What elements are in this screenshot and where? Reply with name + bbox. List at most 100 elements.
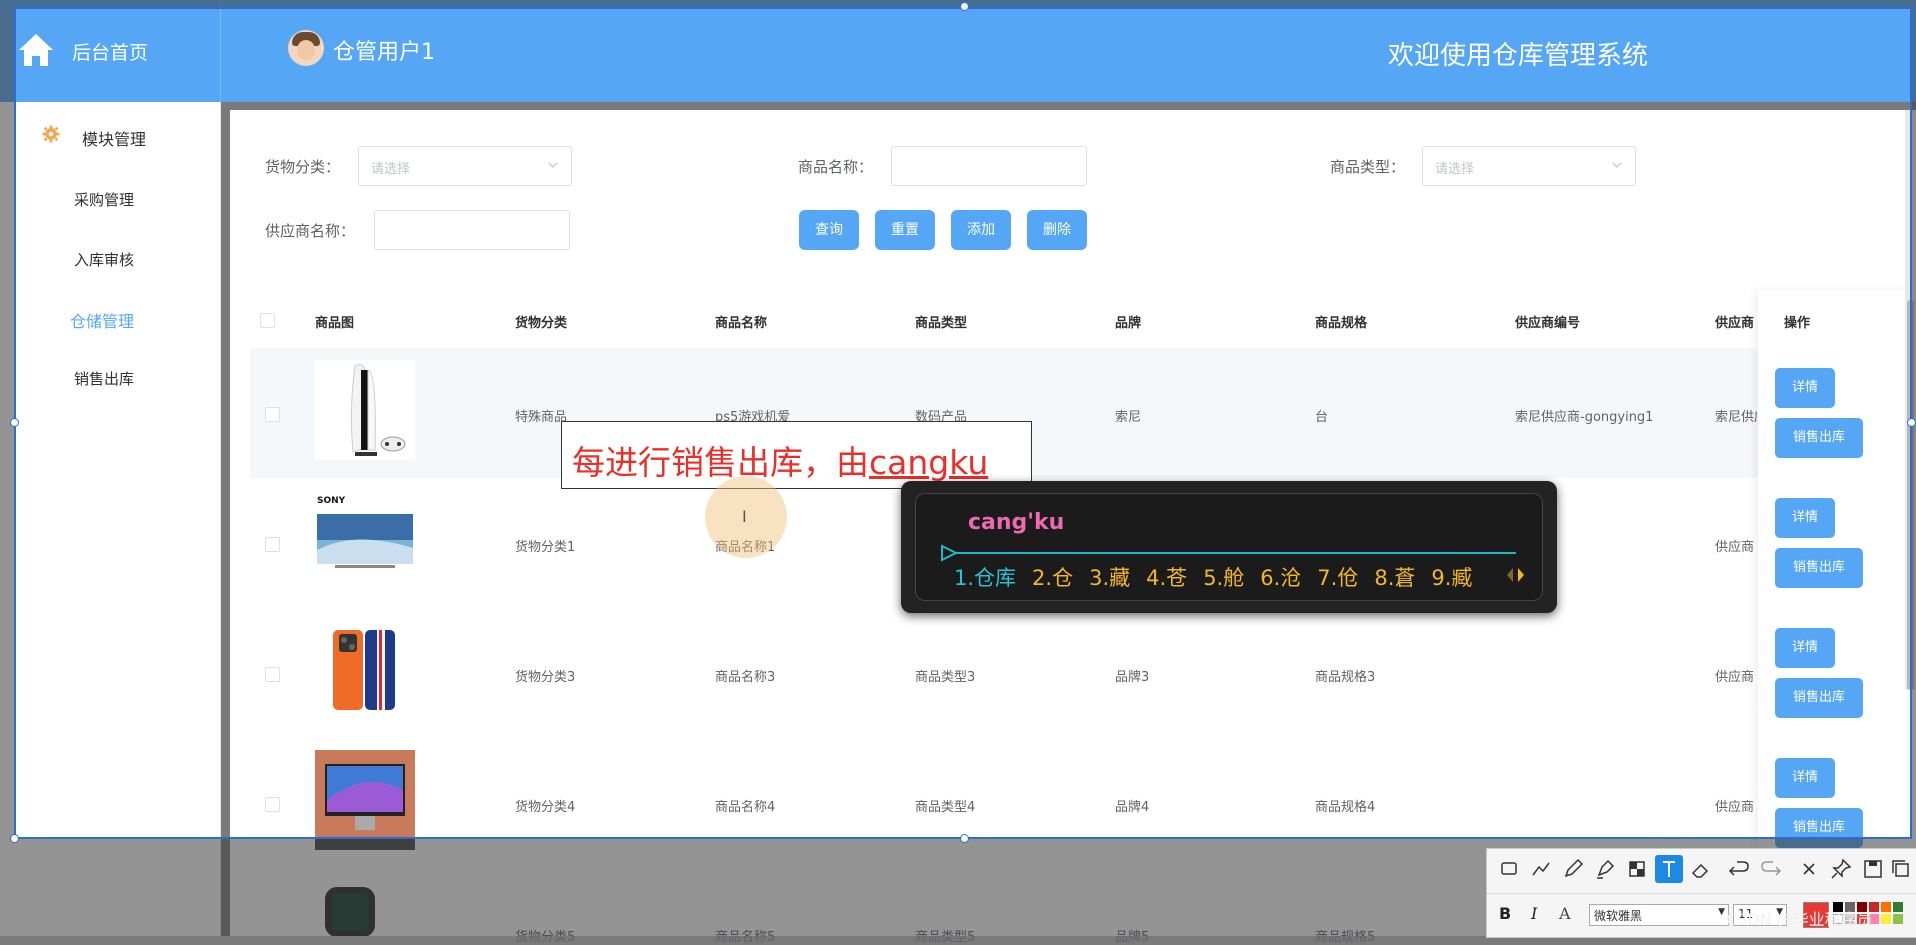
font-family-value: 微软雅黑 <box>1594 909 1643 923</box>
col-header-category: 货物分类 <box>515 316 568 331</box>
ime-candidate[interactable]: 7.伧 <box>1317 566 1358 590</box>
rectangle-tool-icon[interactable] <box>1495 855 1523 883</box>
ime-candidate[interactable]: 9.臧 <box>1431 566 1472 590</box>
ime-candidates: 1.仓库 2.仓 3.藏 4.苍 5.舱 6.沧 7.伧 8.蒼 9.臧 <box>954 562 1488 592</box>
detail-button[interactable]: 详情 <box>1775 498 1835 538</box>
text-tool-icon[interactable] <box>1655 855 1683 883</box>
cell-category: 货物分类3 <box>515 670 576 685</box>
gear-icon <box>42 125 60 143</box>
avatar[interactable] <box>288 30 324 66</box>
product-type-placeholder: 请选择 <box>1435 162 1475 177</box>
query-button[interactable]: 查询 <box>799 210 859 250</box>
row-checkbox[interactable] <box>265 407 280 422</box>
ime-divider <box>956 552 1516 554</box>
home-icon <box>19 34 53 66</box>
ime-candidate[interactable]: 8.蒼 <box>1374 566 1415 590</box>
sales-outbound-button[interactable]: 销售出库 <box>1775 548 1863 588</box>
add-button[interactable]: 添加 <box>951 210 1011 250</box>
cell-type: 商品类型4 <box>915 800 976 815</box>
ime-candidate-window[interactable]: cang'ku 1.仓库 2.仓 3.藏 4.苍 5.舱 6.沧 7.伧 8.蒼 9.臧 <box>901 481 1557 613</box>
reset-button[interactable]: 重置 <box>875 210 935 250</box>
app-window: 后台首页 仓管用户1 欢迎使用仓库管理系统 模块管理 采购管理 入库审核 仓储管… <box>0 0 1916 945</box>
brand-home-link[interactable]: 后台首页 <box>0 0 221 102</box>
resize-handle[interactable] <box>960 834 969 843</box>
sidebar <box>0 102 221 936</box>
ime-candidate[interactable]: 4.苍 <box>1146 566 1187 590</box>
pencil-tool-icon[interactable] <box>1559 855 1587 883</box>
ime-composition: cang'ku <box>968 510 1065 535</box>
bold-button[interactable]: B <box>1499 904 1511 923</box>
resize-handle[interactable] <box>10 418 19 427</box>
chevron-down-icon <box>548 162 558 168</box>
category-select[interactable]: 请选择 <box>358 146 572 186</box>
select-all-checkbox[interactable] <box>260 313 275 328</box>
col-header-image: 商品图 <box>315 316 355 331</box>
ime-candidate[interactable]: 1.仓库 <box>954 566 1016 590</box>
line-tool-icon[interactable] <box>1527 855 1555 883</box>
cell-spec: 商品规格4 <box>1315 800 1376 815</box>
cell-category: 特殊商品 <box>515 410 568 425</box>
sidebar-item-inbound-review[interactable]: 入库审核 <box>74 249 134 270</box>
row-checkbox[interactable] <box>265 797 280 812</box>
font-family-select[interactable]: 微软雅黑 ▼ <box>1589 904 1729 926</box>
ime-candidate[interactable]: 2.仓 <box>1032 566 1073 590</box>
category-label: 货物分类： <box>265 158 341 176</box>
csdn-watermark: CSDN @毕业程序员 <box>1726 910 1873 929</box>
top-header: 后台首页 仓管用户1 欢迎使用仓库管理系统 <box>0 0 1916 102</box>
col-header-brand: 品牌 <box>1115 316 1142 331</box>
redo-icon[interactable] <box>1757 855 1785 883</box>
sidebar-item-sales-outbound[interactable]: 销售出库 <box>74 368 134 389</box>
col-header-supplier-code: 供应商编号 <box>1515 316 1581 331</box>
sales-outbound-button[interactable]: 销售出库 <box>1775 418 1863 458</box>
username[interactable]: 仓管用户1 <box>333 34 435 66</box>
brand-label: 后台首页 <box>72 42 149 64</box>
cell-supplier: 供应商 <box>1715 800 1755 815</box>
save-icon[interactable] <box>1859 855 1887 883</box>
detail-button[interactable]: 详情 <box>1775 628 1835 668</box>
eraser-tool-icon[interactable] <box>1687 855 1715 883</box>
undo-icon[interactable] <box>1725 855 1753 883</box>
close-icon[interactable] <box>1795 855 1823 883</box>
row-checkbox[interactable] <box>265 667 280 682</box>
outline-button[interactable]: A <box>1559 904 1571 923</box>
supplier-name-input[interactable] <box>374 210 570 250</box>
copy-icon[interactable] <box>1887 855 1915 883</box>
cell-type: 商品类型3 <box>915 670 976 685</box>
delete-button[interactable]: 删除 <box>1027 210 1087 250</box>
sidebar-item-storage[interactable]: 仓储管理 <box>70 308 134 332</box>
sales-outbound-button[interactable]: 销售出库 <box>1775 678 1863 718</box>
mosaic-tool-icon[interactable] <box>1623 855 1651 883</box>
ime-candidate[interactable]: 3.藏 <box>1089 566 1130 590</box>
ime-page-arrows-icon[interactable] <box>1506 566 1526 584</box>
cell-spec: 商品规格3 <box>1315 670 1376 685</box>
italic-button[interactable]: I <box>1531 904 1537 923</box>
sidebar-item-purchase[interactable]: 采购管理 <box>74 189 134 210</box>
col-header-supplier: 供应商 <box>1715 316 1755 331</box>
detail-button[interactable]: 详情 <box>1775 368 1835 408</box>
cell-supplier: 索尼供应 <box>1715 410 1757 425</box>
cell-name: 商品名称4 <box>715 800 776 815</box>
pin-icon[interactable] <box>1827 855 1855 883</box>
product-name-input[interactable] <box>891 146 1087 186</box>
cell-name: 商品名称3 <box>715 670 776 685</box>
ime-candidate[interactable]: 5.舱 <box>1203 566 1244 590</box>
resize-handle[interactable] <box>1907 418 1916 427</box>
annotation-textbox[interactable]: 每进行销售出库，由cangku <box>561 421 1032 489</box>
sony-brand-text: SONY <box>317 496 346 506</box>
ime-arrow-icon <box>941 544 958 562</box>
cell-brand: 索尼 <box>1115 410 1142 425</box>
dim-overlay-top <box>0 0 1916 7</box>
product-image-imac <box>315 750 415 850</box>
annotation-composing-text: cangku <box>869 443 989 482</box>
product-image-ps5 <box>315 360 415 460</box>
product-type-select[interactable]: 请选择 <box>1422 146 1636 186</box>
annotation-text: 每进行销售出库，由 <box>572 443 869 482</box>
col-header-actions: 操作 <box>1784 316 1811 331</box>
resize-handle[interactable] <box>960 2 969 11</box>
highlighter-tool-icon[interactable] <box>1591 855 1619 883</box>
row-checkbox[interactable] <box>265 537 280 552</box>
ime-candidate[interactable]: 6.沧 <box>1260 566 1301 590</box>
resize-handle[interactable] <box>10 834 19 843</box>
detail-button[interactable]: 详情 <box>1775 758 1835 798</box>
sidebar-group-module[interactable]: 模块管理 <box>82 126 146 150</box>
